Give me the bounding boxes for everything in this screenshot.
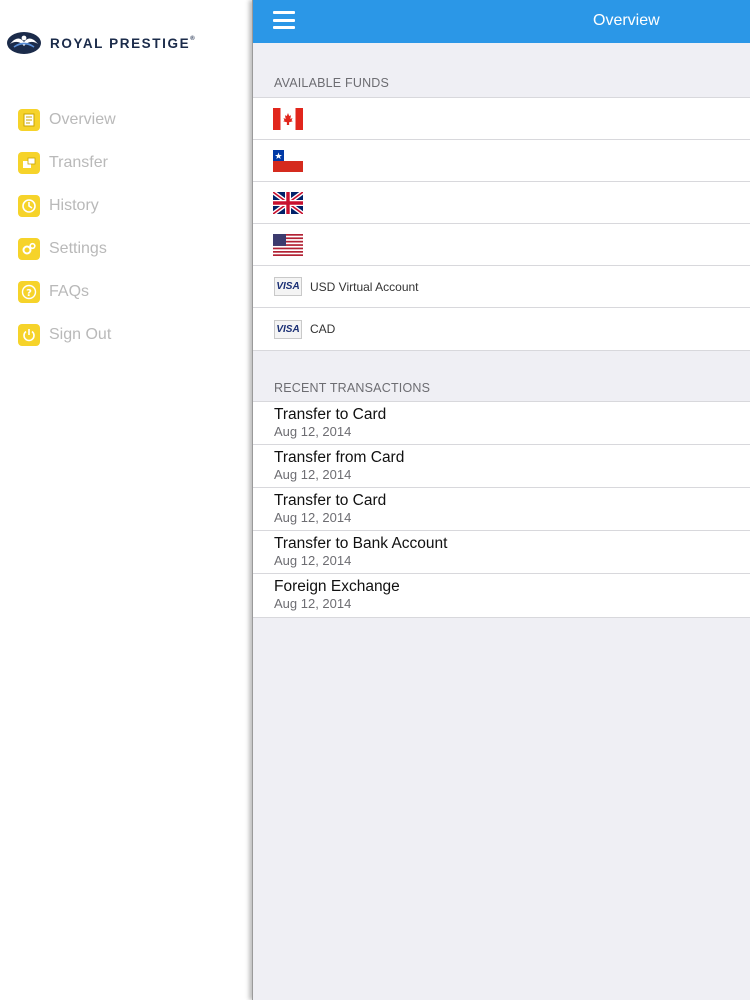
clock-icon [18,194,40,217]
sidebar-item-label: Overview [49,110,116,128]
sidebar: ROYAL PRESTIGE® Overview Transfer Histor… [0,0,252,1000]
sidebar-item-history[interactable]: History [18,184,116,227]
sidebar-item-transfer[interactable]: Transfer [18,141,116,184]
fund-row-cad[interactable]: VISA CAD [253,308,750,350]
brand-logo: ROYAL PRESTIGE® [6,30,250,56]
transaction-title: Transfer to Card [274,406,387,423]
transactions-list: Transfer to Card Aug 12, 2014 Transfer f… [253,401,750,618]
transaction-row[interactable]: Transfer to Bank Account Aug 12, 2014 [253,531,750,574]
fund-label: USD Virtual Account [310,279,419,294]
transaction-row[interactable]: Transfer from Card Aug 12, 2014 [253,445,750,488]
transaction-row[interactable]: Foreign Exchange Aug 12, 2014 [253,574,750,617]
power-icon [18,323,40,346]
transaction-date: Aug 12, 2014 [274,553,352,568]
transaction-row[interactable]: Transfer to Card Aug 12, 2014 [253,488,750,531]
transaction-date: Aug 12, 2014 [274,596,352,611]
question-icon: ? [18,280,40,303]
visa-card-icon: VISA [274,277,302,296]
top-bar: Overview [253,0,750,43]
fund-row-uk[interactable] [253,182,750,224]
sidebar-item-faqs[interactable]: ? FAQs [18,270,116,313]
sidebar-item-label: Settings [49,239,107,257]
transaction-date: Aug 12, 2014 [274,510,352,525]
transaction-title: Foreign Exchange [274,578,400,595]
fund-row-usa[interactable] [253,224,750,266]
sidebar-nav: Overview Transfer History Settings ? FAQ… [18,98,116,356]
recent-transactions-header: RECENT TRANSACTIONS [274,381,431,395]
sidebar-item-label: Transfer [49,153,108,171]
funds-list: VISA USD Virtual Account VISA CAD [253,97,750,351]
transaction-title: Transfer from Card [274,449,405,466]
sidebar-item-label: FAQs [49,282,90,300]
sidebar-item-label: Sign Out [49,325,112,343]
available-funds-header: AVAILABLE FUNDS [274,76,390,90]
gears-icon [18,237,40,260]
svg-text:?: ? [26,288,32,299]
fund-row-canada[interactable] [253,98,750,140]
usa-flag-icon [273,233,303,256]
transaction-row[interactable]: Transfer to Card Aug 12, 2014 [253,402,750,445]
canada-flag-icon [273,107,303,130]
fund-label: CAD [310,322,336,336]
fund-row-usd-virtual-account[interactable]: VISA USD Virtual Account [253,266,750,308]
sidebar-item-overview[interactable]: Overview [18,98,116,141]
eagle-logo-icon [7,32,41,54]
transfer-icon [18,151,40,174]
document-icon [18,108,40,131]
sidebar-item-settings[interactable]: Settings [18,227,116,270]
transaction-title: Transfer to Bank Account [274,535,448,552]
sidebar-item-sign-out[interactable]: Sign Out [18,313,116,356]
main-panel: Overview AVAILABLE FUNDS VISA USD Virtua… [252,0,750,1000]
transaction-title: Transfer to Card [274,492,387,509]
uk-flag-icon [273,191,303,214]
page-title: Overview [593,12,660,29]
transaction-date: Aug 12, 2014 [274,424,352,439]
fund-row-chile[interactable] [253,140,750,182]
visa-card-icon: VISA [274,319,302,339]
menu-icon[interactable] [273,11,295,29]
chile-flag-icon [273,149,303,172]
brand-name: ROYAL PRESTIGE® [50,35,195,51]
transaction-date: Aug 12, 2014 [274,467,352,482]
sidebar-item-label: History [49,196,99,214]
